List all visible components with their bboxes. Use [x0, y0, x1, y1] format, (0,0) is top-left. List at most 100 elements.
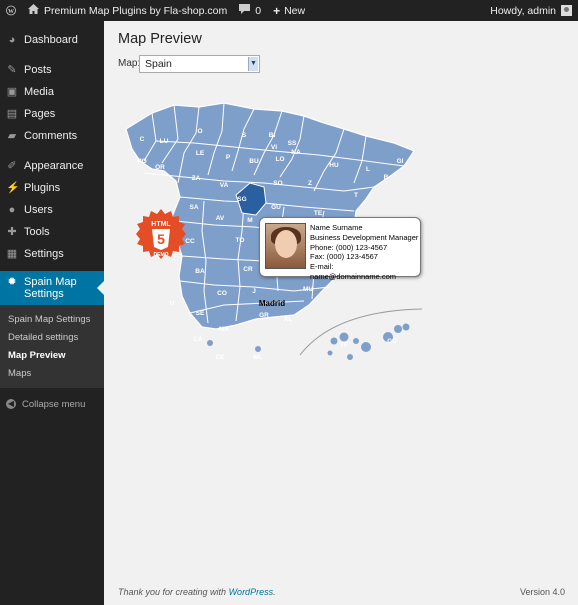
region-label-lu: LU — [160, 138, 169, 145]
region-label-j: J — [252, 288, 256, 295]
admin-sidebar: ◕ Dashboard ✎ Posts ▣ Media ▤ Pages ▰ Co… — [0, 21, 104, 605]
capital-label-madrid: Madrid — [259, 299, 285, 308]
sidebar-item-dashboard[interactable]: ◕ Dashboard — [0, 29, 104, 51]
region-label-te: TE — [314, 210, 323, 217]
region-label-va: VA — [220, 182, 229, 189]
wrench-icon: ✚ — [7, 226, 17, 238]
pages-icon: ▤ — [6, 108, 18, 120]
collapse-label: Collapse menu — [22, 398, 86, 410]
footer-period: . — [273, 587, 276, 597]
map-select-value: Spain — [145, 58, 172, 70]
region-label-po: PO — [137, 158, 146, 165]
region-label-s: S — [242, 132, 247, 139]
region-label-p: P — [226, 154, 231, 161]
region-label-bu: BU — [249, 158, 259, 165]
footer-thanks: Thank you for creating with WordPress. — [118, 587, 276, 597]
submenu-item-map-preview[interactable]: Map Preview — [0, 346, 104, 364]
comments-count: 0 — [255, 4, 262, 17]
region-label-l: L — [366, 166, 370, 173]
sidebar-item-posts[interactable]: ✎ Posts — [0, 59, 104, 81]
region-label-tf: TF — [340, 342, 348, 349]
plugin-icon: ⚡ — [6, 182, 20, 194]
region-label-za: ZA — [192, 175, 201, 182]
tooltip-name: Name Surname — [310, 223, 363, 232]
region-label-ml: ML — [253, 354, 262, 361]
region-label-cr: CR — [243, 266, 253, 273]
sidebar-item-label: Spain Map Settings — [24, 276, 77, 300]
region-label-b: B — [384, 174, 389, 181]
settings-icon: ▦ — [6, 248, 18, 260]
sidebar-item-spain-map-settings[interactable]: ✹ Spain Map Settings — [0, 271, 104, 305]
sidebar-item-label: Plugins — [24, 182, 61, 194]
region-label-bi: BI — [269, 132, 276, 139]
sidebar-item-users[interactable]: ● Users — [0, 199, 104, 221]
sidebar-item-label: Pages — [24, 108, 56, 120]
region-label-ce: CE — [215, 354, 225, 361]
tooltip-email: E-mail: name@domainname.com — [310, 262, 396, 281]
submenu-item-detailed-settings[interactable]: Detailed settings — [0, 328, 104, 346]
region-tooltip: Name Surname Business Development Manage… — [259, 217, 421, 281]
region-label-c: C — [140, 136, 145, 143]
sidebar-item-label: Dashboard — [24, 34, 78, 46]
region-label-or: OR — [155, 164, 165, 171]
page-title: Map Preview — [118, 31, 202, 47]
region-label-vi: VI — [271, 144, 277, 151]
region-label-le: LE — [196, 150, 205, 157]
gear-icon: ✹ — [7, 276, 17, 288]
region-label-na: NA — [291, 149, 301, 156]
sidebar-item-pages[interactable]: ▤ Pages — [0, 103, 104, 125]
wordpress-link[interactable]: WordPress — [229, 587, 274, 597]
sidebar-item-label: Appearance — [24, 160, 84, 172]
tooltip-info: Name Surname Business Development Manage… — [310, 223, 420, 282]
submenu-item-maps[interactable]: Maps — [0, 364, 104, 382]
sidebar-item-comments[interactable]: ▰ Comments — [0, 125, 104, 147]
sidebar-item-label: Media — [24, 86, 54, 98]
my-account-link[interactable]: Howdy, admin — [484, 0, 578, 21]
sidebar-item-plugins[interactable]: ⚡ Plugins — [0, 177, 104, 199]
new-content-link[interactable]: + New — [267, 0, 311, 21]
map-select-label: Map: — [118, 58, 141, 69]
sidebar-item-settings[interactable]: ▦ Settings — [0, 243, 104, 265]
sidebar-item-label: Users — [24, 204, 53, 216]
sidebar-item-label: Tools — [24, 226, 50, 238]
badge-five-label: 5 — [157, 231, 165, 247]
tooltip-position: Business Development Manager — [310, 232, 419, 242]
sidebar-item-appearance[interactable]: ✐ Appearance — [0, 155, 104, 177]
region-label-ca: CA — [193, 336, 203, 343]
region-label-ss: SS — [288, 140, 297, 147]
submenu: Spain Map Settings Detailed settings Map… — [0, 305, 104, 388]
sidebar-item-label: Comments — [24, 130, 78, 142]
tooltip-fax: Fax: (000) 123-4567 — [310, 252, 378, 262]
sidebar-item-label: Posts — [24, 64, 52, 76]
collapse-menu-button[interactable]: ◀ Collapse menu — [0, 394, 104, 414]
region-label-to: TO — [236, 237, 245, 244]
region-label-gu: GU — [271, 204, 281, 211]
region-label-av: AV — [216, 215, 225, 222]
submenu-item-spain-map-settings[interactable]: Spain Map Settings — [0, 310, 104, 328]
canary-separator — [299, 308, 423, 356]
map-melilla — [255, 346, 261, 352]
contact-photo — [265, 223, 306, 269]
howdy-label: Howdy, admin — [490, 4, 556, 17]
region-label-gi: GI — [397, 158, 404, 165]
new-label: New — [284, 4, 306, 17]
sidebar-item-media[interactable]: ▣ Media — [0, 81, 104, 103]
badge-demo-label: DEMO — [154, 252, 169, 258]
region-label-m: M — [247, 217, 252, 224]
region-label-co: CO — [217, 290, 227, 297]
region-label-ba: BA — [195, 268, 205, 275]
tooltip-phone: Phone: (000) 123-4567 — [310, 242, 388, 252]
wordpress-logo-icon[interactable]: W — [0, 0, 22, 21]
map-select[interactable]: Spain ▼ — [139, 55, 260, 73]
comment-bubble-icon — [239, 4, 251, 17]
collapse-arrow-icon: ◀ — [6, 399, 16, 409]
media-icon: ▣ — [6, 86, 18, 98]
region-label-z: Z — [308, 180, 312, 187]
region-label-so: SO — [273, 180, 282, 187]
comments-link[interactable]: 0 — [233, 0, 267, 21]
region-label-sa: SA — [189, 204, 198, 211]
sidebar-item-tools[interactable]: ✚ Tools — [0, 221, 104, 243]
html5-demo-badge: HTML 5 DEMO — [136, 209, 186, 259]
photo-face — [275, 230, 297, 258]
site-name-link[interactable]: Premium Map Plugins by Fla-shop.com — [22, 0, 233, 21]
